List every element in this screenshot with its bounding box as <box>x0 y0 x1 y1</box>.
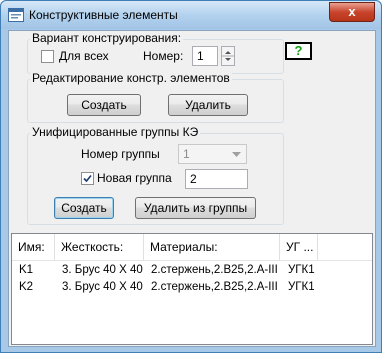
variant-number-spinner[interactable] <box>221 46 235 66</box>
row-name: K1 <box>19 264 34 276</box>
title-bar[interactable]: Конструктивные элементы x <box>1 1 381 29</box>
row-stiffness: 3. Брус 40 X 40 <box>62 281 143 293</box>
group-number-value: 1 <box>183 147 190 161</box>
column-header-name[interactable]: Имя: <box>12 234 55 260</box>
new-group-label: Новая группа <box>97 171 172 185</box>
header-divider <box>12 260 372 261</box>
column-header-ug[interactable]: УГ ... <box>280 234 318 260</box>
for-all-checkbox[interactable] <box>41 50 54 63</box>
row-stiffness: 3. Брус 40 X 40 <box>62 264 143 276</box>
row-ug: УГК1 <box>288 281 315 293</box>
row-name: K2 <box>19 281 34 293</box>
dialog-window: Конструктивные элементы x Вариант констр… <box>0 0 382 353</box>
help-button[interactable]: ? <box>285 42 312 60</box>
spinner-arrows-icon <box>222 51 234 61</box>
new-group-input[interactable]: 2 <box>185 169 248 189</box>
for-all-label: Для всех <box>59 49 109 63</box>
new-group-checkbox[interactable] <box>81 172 94 185</box>
unified-group-legend: Унифицированные группы КЭ <box>30 125 201 139</box>
edit-group-legend: Редактирование констр. элементов <box>30 71 232 85</box>
row-ug: УГК1 <box>288 264 315 276</box>
checkmark-icon <box>83 174 92 183</box>
app-icon <box>8 8 24 22</box>
remove-from-group-button[interactable]: Удалить из группы <box>135 197 256 219</box>
column-header-materials[interactable]: Материалы: <box>144 234 280 260</box>
group-number-label: Номер группы <box>81 147 160 161</box>
variant-group-legend: Вариант конструирования: <box>30 31 184 45</box>
row-materials: 2.стержень,2.В25,2.А-III <box>151 281 278 293</box>
column-header-stiffness[interactable]: Жесткость: <box>55 234 144 260</box>
window-title: Конструктивные элементы <box>29 8 178 22</box>
elements-table[interactable]: Имя: Жесткость: Материалы: УГ ... K1 3. … <box>11 233 373 345</box>
delete-element-button[interactable]: Удалить <box>168 94 248 116</box>
dialog-body: Вариант конструирования: Для всех Номер:… <box>8 30 376 347</box>
row-materials: 2.стержень,2.В25,2.А-III <box>151 264 278 276</box>
group-number-select[interactable]: 1 <box>178 144 247 164</box>
chevron-down-icon <box>232 152 241 157</box>
create-group-button[interactable]: Создать <box>54 197 114 219</box>
variant-number-input[interactable]: 1 <box>192 46 218 66</box>
create-element-button[interactable]: Создать <box>67 94 141 116</box>
close-button[interactable]: x <box>329 2 375 22</box>
number-label: Номер: <box>143 49 184 63</box>
